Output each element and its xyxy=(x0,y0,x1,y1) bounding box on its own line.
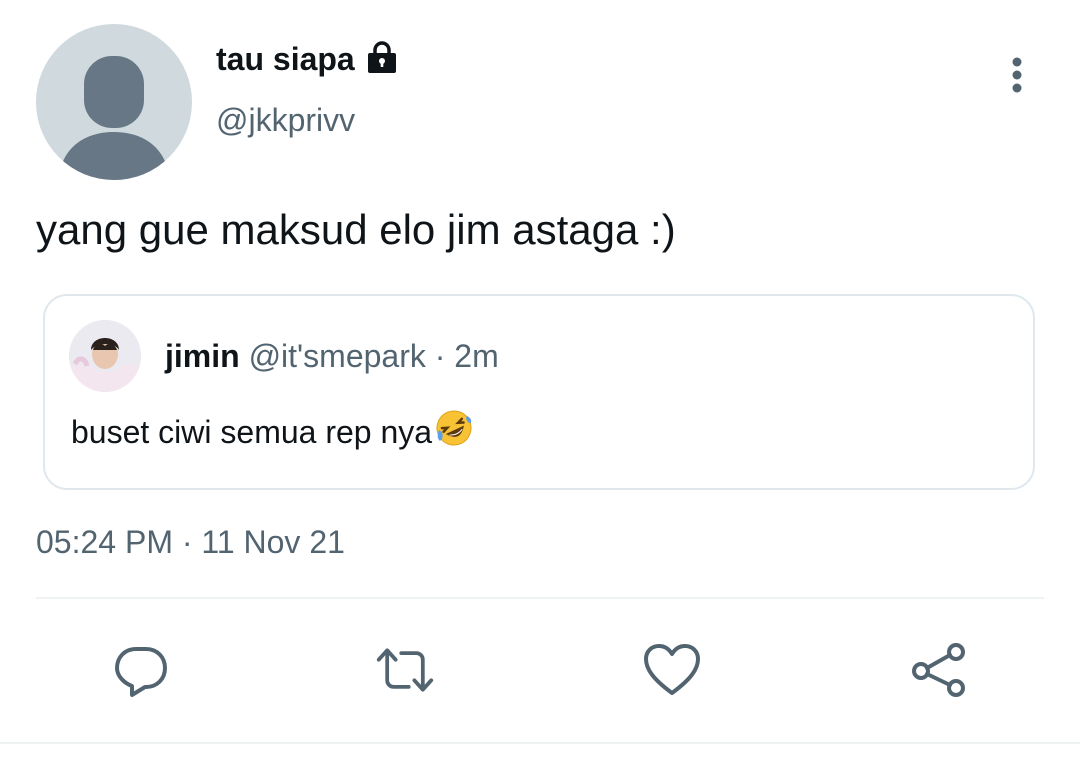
bottom-divider xyxy=(0,742,1080,744)
tweet-timestamp[interactable]: 05:24 PM · 11 Nov 21 xyxy=(36,524,345,561)
reply-icon xyxy=(115,647,167,697)
tweet-time: 05:24 PM xyxy=(36,524,173,560)
like-button[interactable] xyxy=(642,640,702,700)
lock-icon xyxy=(365,40,399,79)
author-avatar[interactable] xyxy=(36,24,192,180)
tweet-text: yang gue maksud elo jim astaga :) xyxy=(36,206,676,253)
share-button[interactable] xyxy=(909,640,969,700)
quoted-handle[interactable]: @it'smepark xyxy=(249,338,426,374)
author-display-name[interactable]: tau siapa xyxy=(216,41,355,78)
retweet-icon xyxy=(376,648,434,692)
timestamp-separator: · xyxy=(181,524,193,560)
tweet-date: 11 Nov 21 xyxy=(201,524,345,560)
default-avatar-icon xyxy=(58,56,170,180)
rolling-on-floor-laughing-emoji-icon xyxy=(434,408,474,456)
more-options-icon[interactable] xyxy=(1003,56,1031,96)
author-handle[interactable]: @jkkprivv xyxy=(216,102,355,139)
quoted-avatar-photo xyxy=(69,320,141,392)
quoted-tweet-text-row: buset ciwi semua rep nya xyxy=(71,408,474,456)
quoted-display-name[interactable]: jimin xyxy=(165,338,240,374)
divider xyxy=(36,597,1044,599)
quoted-tweet-card[interactable]: jimin @it'smepark · 2m buset ciwi semua … xyxy=(43,294,1035,490)
quoted-tweet-text: buset ciwi semua rep nya xyxy=(71,413,433,450)
quoted-separator: · xyxy=(434,338,446,374)
retweet-button[interactable] xyxy=(375,640,435,700)
author-name-row: tau siapa xyxy=(216,40,399,79)
heart-icon xyxy=(644,644,700,695)
quoted-author-avatar[interactable] xyxy=(69,320,141,392)
quoted-tweet-header: jimin @it'smepark · 2m xyxy=(165,338,499,375)
quoted-time[interactable]: 2m xyxy=(454,338,498,374)
reply-button[interactable] xyxy=(111,640,171,700)
share-icon xyxy=(912,643,965,697)
